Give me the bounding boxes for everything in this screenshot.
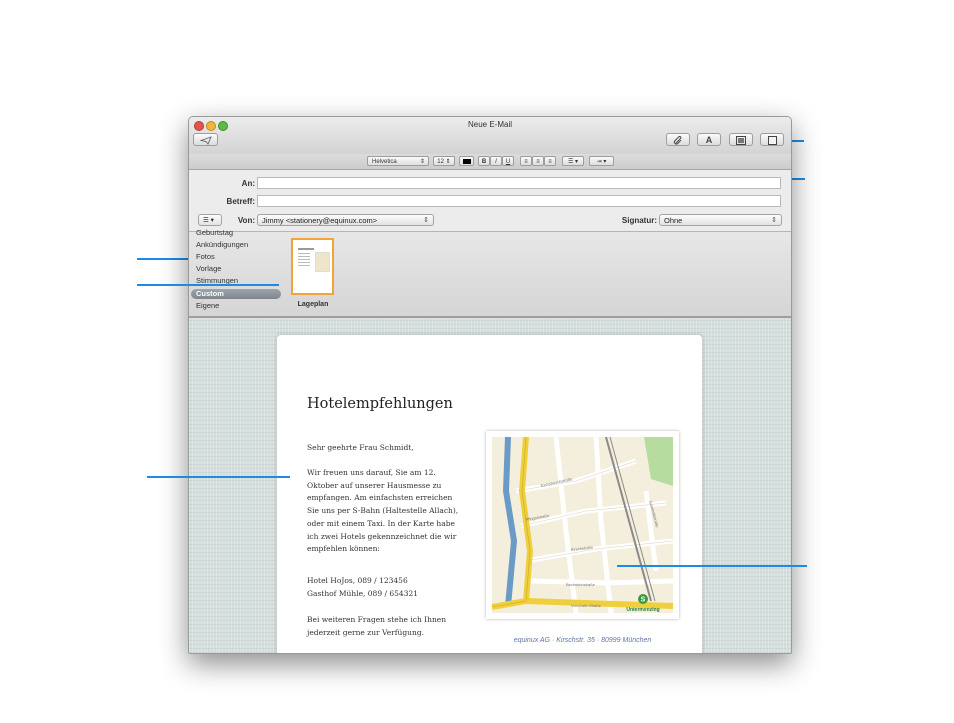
bold-button[interactable]: B — [478, 156, 490, 166]
signature-label: Signatur: — [621, 216, 657, 225]
attach-button[interactable] — [666, 133, 690, 146]
stationery-pane: Geburtstag Ankündigungen Fotos Vorlage S… — [189, 228, 791, 318]
s-bahn-badge: S — [641, 597, 646, 604]
paperclip-icon — [673, 135, 682, 145]
format-bar: Helvetica ⇕ 12 ⇕ B I U ≡ ≡ ≡ ☰ ▾ ⇥ ▾ — [189, 154, 791, 170]
indent-button[interactable]: ⇥ ▾ — [589, 156, 614, 166]
stationery-toggle-button[interactable] — [760, 133, 784, 146]
to-label: An: — [241, 179, 255, 188]
category-item[interactable]: Geburtstag — [196, 228, 233, 237]
align-left-button[interactable]: ≡ — [520, 156, 532, 166]
subject-label: Betreff: — [226, 197, 255, 206]
align-center-button[interactable]: ≡ — [532, 156, 544, 166]
underline-button[interactable]: U — [502, 156, 514, 166]
callout-template-thumbnail — [137, 284, 279, 286]
stationery-icon — [767, 136, 777, 145]
category-item[interactable]: Ankündigungen — [196, 240, 248, 249]
letter-hotel-1[interactable]: Hotel HoJos, 089 / 123456 — [307, 575, 457, 588]
letter-paragraph-1[interactable]: Wir freuen uns darauf, Sie am 12. Oktobe… — [307, 467, 462, 556]
category-item-selected[interactable]: Custom — [196, 289, 224, 298]
letter-greeting[interactable]: Sehr geehrte Frau Schmidt, — [307, 442, 457, 455]
category-item[interactable]: Fotos — [196, 252, 215, 261]
street-label: Bechsteinstraße — [566, 582, 596, 587]
category-item[interactable]: Vorlage — [196, 264, 221, 273]
letter-footer: equinux AG · Kirschstr. 35 · 80999 Münch… — [513, 637, 652, 644]
title-bar: Neue E-Mail A — [189, 117, 791, 155]
signature-select[interactable]: Ohne ⇕ — [659, 214, 782, 226]
street-map: Eversbuschstraße Pfingststraße Kirschstr… — [491, 436, 674, 614]
photo-browser-button[interactable] — [729, 133, 753, 146]
message-body-area[interactable]: Hotelempfehlungen Sehr geehrte Frau Schm… — [189, 318, 791, 653]
callout-map — [617, 565, 807, 567]
mail-window: Neue E-Mail A Helvetica ⇕ 12 ⇕ B I U ≡ ≡… — [188, 116, 792, 654]
mail-headers: An: Betreff: ☰ ▾ Von: Jimmy <stationery@… — [189, 170, 791, 232]
subject-field[interactable] — [257, 195, 781, 207]
font-family-select[interactable]: Helvetica ⇕ — [367, 156, 429, 166]
header-options-menu[interactable]: ☰ ▾ — [198, 214, 222, 226]
callout-letter-text — [147, 476, 290, 478]
photo-browser-icon — [736, 136, 746, 145]
window-title: Neue E-Mail — [467, 120, 512, 129]
font-size-select[interactable]: 12 ⇕ — [433, 156, 455, 166]
letter-hotel-2[interactable]: Gasthof Mühle, 089 / 654321 — [307, 588, 457, 601]
letter-paper: Hotelempfehlungen Sehr geehrte Frau Schm… — [277, 335, 702, 653]
fonts-button[interactable]: A — [697, 133, 721, 146]
list-button[interactable]: ☰ ▾ — [562, 156, 584, 166]
fonts-icon: A — [705, 135, 713, 145]
italic-button[interactable]: I — [490, 156, 502, 166]
template-label: Lageplan — [297, 301, 329, 308]
template-thumbnail-lageplan[interactable] — [291, 238, 334, 295]
thumbnail-preview — [295, 248, 330, 288]
station-label: Untermenzing — [626, 607, 659, 613]
from-select[interactable]: Jimmy <stationery@equinux.com> ⇕ — [257, 214, 434, 226]
align-right-button[interactable]: ≡ — [544, 156, 556, 166]
map-image[interactable]: Eversbuschstraße Pfingststraße Kirschstr… — [486, 431, 679, 619]
to-field[interactable] — [257, 177, 781, 189]
from-label: Von: — [237, 216, 255, 225]
send-button[interactable] — [193, 133, 218, 146]
category-item[interactable]: Eigene — [196, 301, 219, 310]
paper-plane-icon — [198, 136, 212, 145]
color-swatch — [462, 159, 471, 164]
text-color-button[interactable] — [459, 156, 474, 166]
letter-heading[interactable]: Hotelempfehlungen — [307, 396, 453, 412]
callout-categories — [137, 258, 194, 260]
letter-paragraph-2[interactable]: Bei weiteren Fragen stehe ich Ihnen jede… — [307, 614, 452, 639]
street-label: Von-Kahr-Straße — [571, 603, 602, 608]
